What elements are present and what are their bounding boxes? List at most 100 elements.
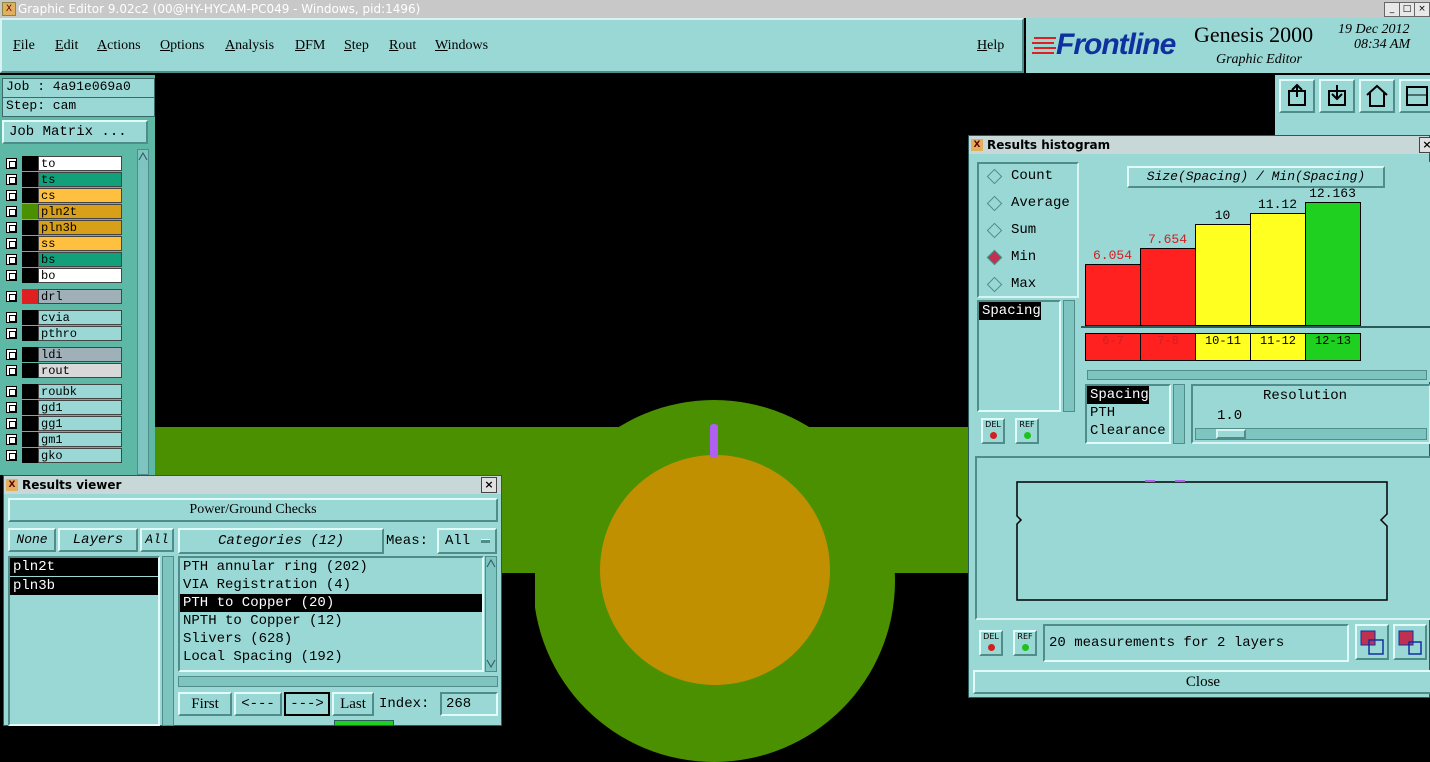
chart-hscrollbar[interactable]: [1087, 370, 1427, 380]
layer-result-scrollbar[interactable]: [162, 556, 174, 726]
maximize-button[interactable]: □: [1399, 2, 1415, 17]
category-item[interactable]: VIA Registration (4): [180, 576, 482, 594]
layer-checkbox[interactable]: [6, 190, 17, 201]
layer-color-swatch[interactable]: [22, 310, 38, 325]
layer-row[interactable]: pln3b: [4, 220, 122, 235]
bar-category-label[interactable]: 10-11: [1195, 333, 1251, 361]
first-button[interactable]: First: [178, 692, 232, 716]
app-icon[interactable]: X: [2, 2, 16, 16]
layer-checkbox[interactable]: [6, 206, 17, 217]
histogram-bar[interactable]: [1085, 264, 1141, 326]
layer-row[interactable]: ts: [4, 172, 122, 187]
scroll-down-arrow-icon[interactable]: [486, 659, 496, 669]
category-item[interactable]: PTH annular ring (202): [180, 558, 482, 576]
layer-color-swatch[interactable]: [22, 432, 38, 447]
all-layers-button[interactable]: All: [140, 528, 174, 552]
layer-row[interactable]: bs: [4, 252, 122, 267]
del-button-top[interactable]: DEL: [981, 418, 1005, 444]
radio-diamond-icon[interactable]: [986, 276, 1003, 293]
check-name-button[interactable]: Power/Ground Checks: [8, 498, 498, 522]
zoom-to-measure-icon[interactable]: [1355, 624, 1389, 660]
layer-name[interactable]: bs: [38, 252, 122, 267]
bar-category-label[interactable]: 11-12: [1250, 333, 1306, 361]
lower-measure-item[interactable]: Spacing: [1087, 386, 1149, 404]
category-item[interactable]: PTH to Copper (20): [180, 594, 482, 612]
layer-color-swatch[interactable]: [22, 236, 38, 251]
histogram-close-icon[interactable]: ×: [1419, 137, 1430, 153]
radio-diamond-icon[interactable]: [986, 168, 1003, 185]
layer-name[interactable]: cvia: [38, 310, 122, 325]
layer-checkbox[interactable]: [6, 254, 17, 265]
histogram-bar[interactable]: [1250, 213, 1306, 326]
result-layer-item[interactable]: pln2t: [10, 558, 158, 576]
layer-row[interactable]: drl: [4, 289, 122, 304]
none-button[interactable]: None: [8, 528, 56, 552]
layer-row[interactable]: ldi: [4, 347, 122, 362]
radio-diamond-icon[interactable]: [986, 249, 1003, 266]
ref-button-top[interactable]: REF: [1015, 418, 1039, 444]
lower-scrollbar[interactable]: [1173, 384, 1185, 444]
layer-row[interactable]: to: [4, 156, 122, 171]
layer-name[interactable]: cs: [38, 188, 122, 203]
layer-row[interactable]: gg1: [4, 416, 122, 431]
categories-button[interactable]: Categories (12): [178, 528, 384, 554]
radio-diamond-icon[interactable]: [986, 195, 1003, 212]
category-item[interactable]: Slivers (628): [180, 630, 482, 648]
histogram-bar[interactable]: [1140, 248, 1196, 326]
measure-item[interactable]: Spacing: [979, 302, 1041, 320]
menu-help[interactable]: Help: [977, 38, 1004, 54]
layer-color-swatch[interactable]: [22, 268, 38, 283]
layer-row[interactable]: gm1: [4, 432, 122, 447]
bar-category-label[interactable]: 6-7: [1085, 333, 1141, 361]
layer-checkbox[interactable]: [6, 158, 17, 169]
layer-name[interactable]: rout: [38, 363, 122, 378]
layer-row[interactable]: ss: [4, 236, 122, 251]
meas-dropdown[interactable]: All: [437, 528, 497, 554]
layer-checkbox[interactable]: [6, 222, 17, 233]
layer-color-swatch[interactable]: [22, 448, 38, 463]
close-button[interactable]: Close: [973, 670, 1430, 694]
menu-file[interactable]: File: [13, 38, 35, 54]
layer-color-swatch[interactable]: [22, 252, 38, 267]
tool-import-icon[interactable]: [1319, 79, 1355, 113]
lower-measure-item[interactable]: PTH: [1087, 404, 1169, 422]
close-window-button[interactable]: ×: [1414, 2, 1430, 17]
layer-color-swatch[interactable]: [22, 384, 38, 399]
scroll-up-arrow-icon[interactable]: [486, 559, 496, 569]
layer-checkbox[interactable]: [6, 312, 17, 323]
layer-row[interactable]: cvia: [4, 310, 122, 325]
layer-row[interactable]: pthro: [4, 326, 122, 341]
layer-name[interactable]: pthro: [38, 326, 122, 341]
layer-color-swatch[interactable]: [22, 416, 38, 431]
menu-rout[interactable]: Rout: [389, 38, 416, 54]
layer-checkbox[interactable]: [6, 238, 17, 249]
menu-step[interactable]: Step: [344, 38, 369, 54]
layer-checkbox[interactable]: [6, 434, 17, 445]
index-input[interactable]: 268: [440, 692, 498, 716]
layer-color-swatch[interactable]: [22, 363, 38, 378]
layer-checkbox[interactable]: [6, 402, 17, 413]
scroll-up-arrow-icon[interactable]: [138, 152, 148, 162]
result-layer-item[interactable]: pln3b: [10, 577, 158, 595]
layer-name[interactable]: gd1: [38, 400, 122, 415]
layer-scrollbar[interactable]: [137, 149, 149, 475]
histogram-bar[interactable]: [1305, 202, 1361, 326]
next-button[interactable]: --->: [284, 692, 330, 716]
del-button-bottom[interactable]: DEL: [979, 630, 1003, 656]
layer-name[interactable]: ss: [38, 236, 122, 251]
menu-edit[interactable]: Edit: [55, 38, 78, 54]
last-button[interactable]: Last: [332, 692, 374, 716]
prev-button[interactable]: <---: [234, 692, 282, 716]
layer-name[interactable]: to: [38, 156, 122, 171]
resolution-slider[interactable]: [1195, 428, 1427, 440]
layer-row[interactable]: rout: [4, 363, 122, 378]
lower-measure-item[interactable]: Clearance: [1087, 422, 1169, 440]
show-all-measures-icon[interactable]: [1393, 624, 1427, 660]
layer-row[interactable]: gd1: [4, 400, 122, 415]
radio-diamond-icon[interactable]: [986, 222, 1003, 239]
layer-color-swatch[interactable]: [22, 347, 38, 362]
layer-name[interactable]: gg1: [38, 416, 122, 431]
layer-color-swatch[interactable]: [22, 204, 38, 219]
menu-windows[interactable]: Windows: [435, 38, 488, 54]
job-matrix-button[interactable]: Job Matrix ...: [2, 120, 148, 144]
